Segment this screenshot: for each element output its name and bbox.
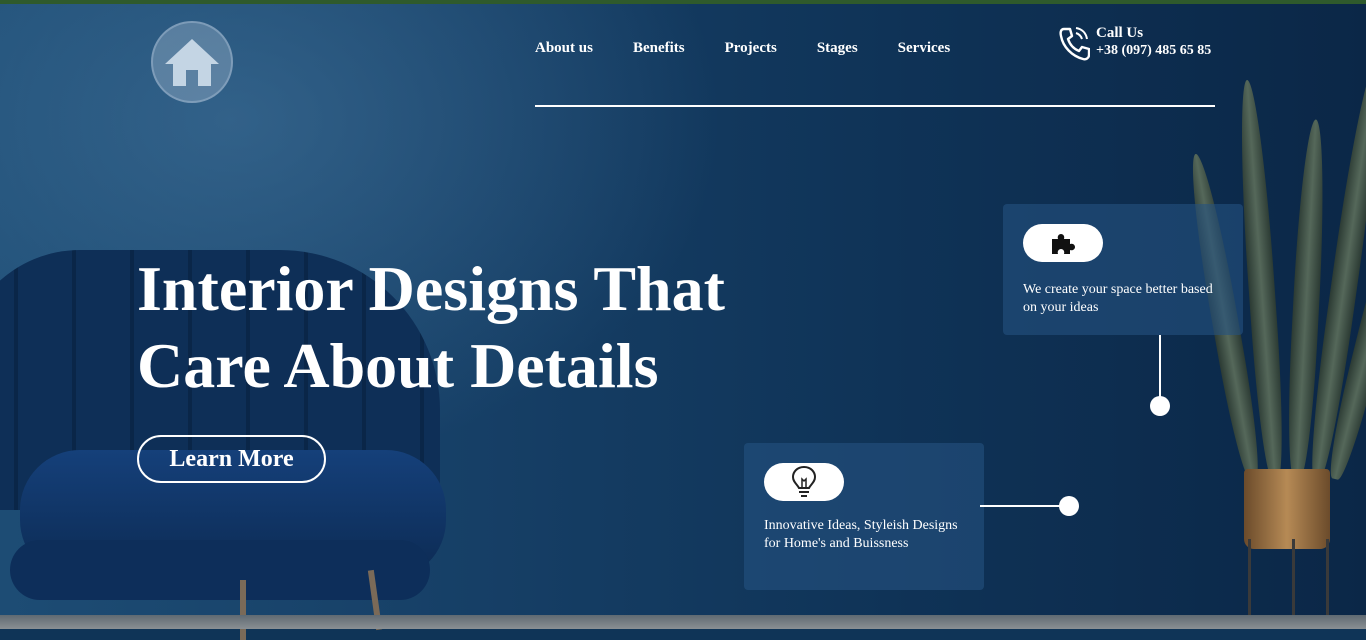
connector-line-vertical bbox=[1159, 335, 1161, 397]
lightbulb-icon bbox=[791, 465, 817, 497]
call-us[interactable]: Call Us +38 (097) 485 65 85 bbox=[1058, 25, 1211, 61]
top-accent-bar bbox=[0, 0, 1366, 4]
card-text: Innovative Ideas, Styleish Designs for H… bbox=[764, 518, 958, 551]
connector-dot bbox=[1059, 496, 1079, 516]
connector-dot bbox=[1150, 396, 1170, 416]
home-icon bbox=[165, 39, 219, 86]
nav-divider bbox=[535, 105, 1215, 107]
headline-line-1: Interior Designs That bbox=[137, 253, 725, 324]
puzzle-icon bbox=[1052, 234, 1075, 254]
call-us-label: Call Us bbox=[1096, 25, 1144, 41]
nav-stages[interactable]: Stages bbox=[817, 40, 858, 57]
connector-line-horizontal bbox=[980, 505, 1062, 507]
learn-more-button[interactable]: Learn More bbox=[137, 435, 326, 483]
plant-image bbox=[1182, 60, 1366, 629]
main-nav: About us Benefits Projects Stages Servic… bbox=[535, 40, 990, 57]
card-icon-pill bbox=[1023, 224, 1103, 262]
headline-line-2: Care About Details bbox=[137, 330, 659, 401]
nav-about-us[interactable]: About us bbox=[535, 40, 593, 57]
phone-icon bbox=[1059, 27, 1090, 61]
home-logo[interactable] bbox=[151, 21, 233, 103]
nav-services[interactable]: Services bbox=[898, 40, 950, 57]
feature-card-ideas: We create your space better based on you… bbox=[1003, 204, 1243, 335]
nav-projects[interactable]: Projects bbox=[725, 40, 777, 57]
feature-card-innovation: Innovative Ideas, Styleish Designs for H… bbox=[744, 443, 984, 590]
hero-headline: Interior Designs That Care About Details bbox=[137, 250, 797, 404]
card-icon-pill bbox=[764, 463, 844, 501]
card-text: We create your space better based on you… bbox=[1023, 282, 1213, 315]
phone-number[interactable]: +38 (097) 485 65 85 bbox=[1096, 43, 1211, 58]
nav-benefits[interactable]: Benefits bbox=[633, 40, 685, 57]
floor bbox=[0, 615, 1366, 629]
